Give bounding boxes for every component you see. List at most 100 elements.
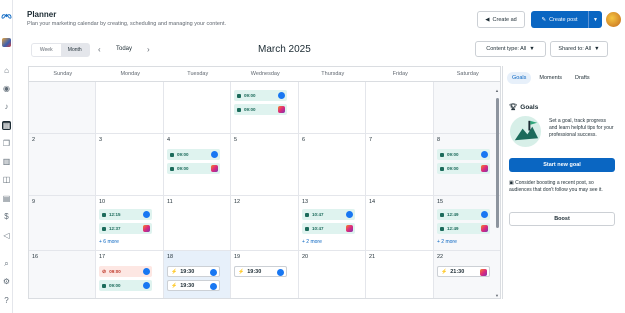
- day-cell[interactable]: 7: [366, 134, 434, 196]
- failed-post[interactable]: ⊘ 09:00: [99, 266, 152, 277]
- day-cell[interactable]: 21: [366, 251, 434, 298]
- scheduled-post[interactable]: 10:47: [302, 223, 355, 234]
- inbox-icon[interactable]: ▤: [2, 194, 11, 203]
- day-cell[interactable]: 19 ⚡ 19:30: [231, 251, 299, 298]
- today-button[interactable]: Today: [116, 46, 132, 52]
- scheduled-post[interactable]: 12:49: [437, 209, 490, 220]
- day-cell[interactable]: 10 12:15 12:37 + 6 more: [96, 196, 164, 251]
- day-cell[interactable]: 15 12:49 12:49 + 2 more: [434, 196, 500, 251]
- boost-tip: ▣ Consider boosting a recent post, so au…: [509, 180, 603, 193]
- day-cell[interactable]: [29, 82, 96, 134]
- scheduled-post[interactable]: 12:49: [437, 223, 490, 234]
- day-cell[interactable]: 13 10:47 10:47 + 2 more: [299, 196, 366, 251]
- facebook-icon: [277, 269, 284, 276]
- boost-button[interactable]: Boost: [509, 212, 615, 226]
- scroll-up-icon[interactable]: ▲: [495, 88, 499, 93]
- more-link[interactable]: + 6 more: [99, 239, 119, 245]
- meta-logo-icon: [1, 13, 12, 19]
- day-number: 22: [437, 254, 444, 260]
- scheduled-post[interactable]: 09:00: [437, 163, 490, 174]
- day-cell[interactable]: 8 09:00 09:00: [434, 134, 500, 196]
- facebook-icon: [143, 268, 150, 275]
- day-cell[interactable]: [164, 82, 231, 134]
- left-nav-rail: ⌂ ◉ ♪ ▦ ❐ ▥ ◫ ▤ $ ◁ ⌕ ⚙ ?: [0, 0, 13, 313]
- day-cell[interactable]: 17 ⊘ 09:00 09:00: [96, 251, 164, 298]
- scroll-thumb[interactable]: [496, 98, 499, 228]
- chevron-left-icon[interactable]: ‹: [98, 45, 101, 54]
- view-month-button[interactable]: Month: [60, 44, 89, 56]
- tab-goals[interactable]: Goals: [507, 72, 532, 84]
- day-cell[interactable]: 16: [29, 251, 96, 298]
- day-cell-today[interactable]: 18 ⚡ 19:30 ⚡ 19:30: [164, 251, 231, 298]
- insights-icon[interactable]: ▥: [2, 157, 11, 166]
- chevron-down-icon[interactable]: ▼: [588, 11, 602, 28]
- day-cell[interactable]: 3: [96, 134, 164, 196]
- tab-moments[interactable]: Moments: [534, 72, 567, 84]
- day-number: 6: [302, 137, 306, 143]
- monetization-icon[interactable]: $: [2, 212, 11, 221]
- day-cell[interactable]: 2: [29, 134, 96, 196]
- day-cell[interactable]: 5: [231, 134, 299, 196]
- day-cell[interactable]: 14: [366, 196, 434, 251]
- boost-icon: ▣: [509, 180, 514, 186]
- instagram-icon: [278, 106, 285, 113]
- page-avatar[interactable]: [2, 38, 11, 47]
- start-new-goal-button[interactable]: Start new goal: [509, 158, 615, 172]
- megaphone-icon[interactable]: ◁: [2, 231, 11, 240]
- scheduled-post[interactable]: 09:00: [234, 104, 287, 115]
- day-cell[interactable]: 09:00 09:00: [231, 82, 299, 134]
- day-cell[interactable]: 20: [299, 251, 366, 298]
- scheduled-post[interactable]: 12:37: [99, 223, 152, 234]
- day-number: 16: [32, 254, 39, 260]
- scheduled-post[interactable]: 09:00: [234, 90, 287, 101]
- ads-icon[interactable]: ◫: [2, 175, 11, 184]
- calendar-scrollbar[interactable]: ▲ ▼: [495, 88, 500, 298]
- more-link[interactable]: + 2 more: [302, 239, 322, 245]
- posts-icon[interactable]: ❐: [2, 139, 11, 148]
- boosted-post[interactable]: ⚡ 19:30: [167, 280, 220, 291]
- search-icon[interactable]: ⌕: [2, 259, 11, 268]
- day-cell[interactable]: 22 ⚡ 21:30: [434, 251, 500, 298]
- day-cell[interactable]: 6: [299, 134, 366, 196]
- content-type-filter[interactable]: Content type: All ▼: [475, 41, 546, 57]
- boosted-post[interactable]: ⚡ 19:30: [167, 266, 220, 277]
- day-number: 15: [437, 199, 444, 205]
- view-week-button[interactable]: Week: [32, 44, 61, 56]
- scheduled-post[interactable]: 09:00: [167, 163, 220, 174]
- day-number: 2: [32, 137, 36, 143]
- help-icon[interactable]: ?: [2, 296, 11, 305]
- user-avatar[interactable]: [606, 12, 621, 27]
- planner-icon[interactable]: ▦: [2, 121, 11, 130]
- scheduled-post[interactable]: 10:47: [302, 209, 355, 220]
- home-icon[interactable]: ⌂: [2, 66, 11, 75]
- day-cell[interactable]: [96, 82, 164, 134]
- day-cell[interactable]: [434, 82, 500, 134]
- scheduled-post[interactable]: 09:00: [99, 280, 152, 291]
- tab-drafts[interactable]: Drafts: [570, 72, 595, 84]
- day-cell[interactable]: 9: [29, 196, 96, 251]
- shared-to-filter[interactable]: Shared to: All ▼: [550, 41, 608, 57]
- create-ad-button[interactable]: ◀ Create ad: [477, 11, 525, 28]
- month-calendar: Sunday Monday Tuesday Wednesday Thursday…: [28, 66, 501, 299]
- day-cell[interactable]: 11: [164, 196, 231, 251]
- settings-icon[interactable]: ⚙: [2, 277, 11, 286]
- scheduled-post[interactable]: 09:00: [167, 149, 220, 160]
- more-link[interactable]: + 2 more: [437, 239, 457, 245]
- boosted-post[interactable]: ⚡ 19:30: [234, 266, 287, 277]
- day-cell[interactable]: [299, 82, 366, 134]
- notifications-icon[interactable]: ◉: [2, 84, 11, 93]
- create-post-button[interactable]: ✎ Create post ▼: [531, 11, 602, 28]
- scheduled-post[interactable]: 09:00: [437, 149, 490, 160]
- day-number: 14: [369, 199, 376, 205]
- boosted-post[interactable]: ⚡ 21:30: [437, 266, 490, 277]
- weekday-label: Sunday: [53, 71, 73, 77]
- day-cell[interactable]: [366, 82, 434, 134]
- day-cell[interactable]: 4 09:00 09:00: [164, 134, 231, 196]
- chevron-right-icon[interactable]: ›: [147, 45, 150, 54]
- scroll-down-icon[interactable]: ▼: [495, 293, 499, 298]
- insights-panel: Goals Moments Drafts 🏆︎ Goals Set a goal…: [502, 66, 618, 299]
- view-toggle[interactable]: Week Month: [31, 43, 90, 57]
- scheduled-post[interactable]: 12:15: [99, 209, 152, 220]
- bell-icon[interactable]: ♪: [2, 102, 11, 111]
- day-cell[interactable]: 12: [231, 196, 299, 251]
